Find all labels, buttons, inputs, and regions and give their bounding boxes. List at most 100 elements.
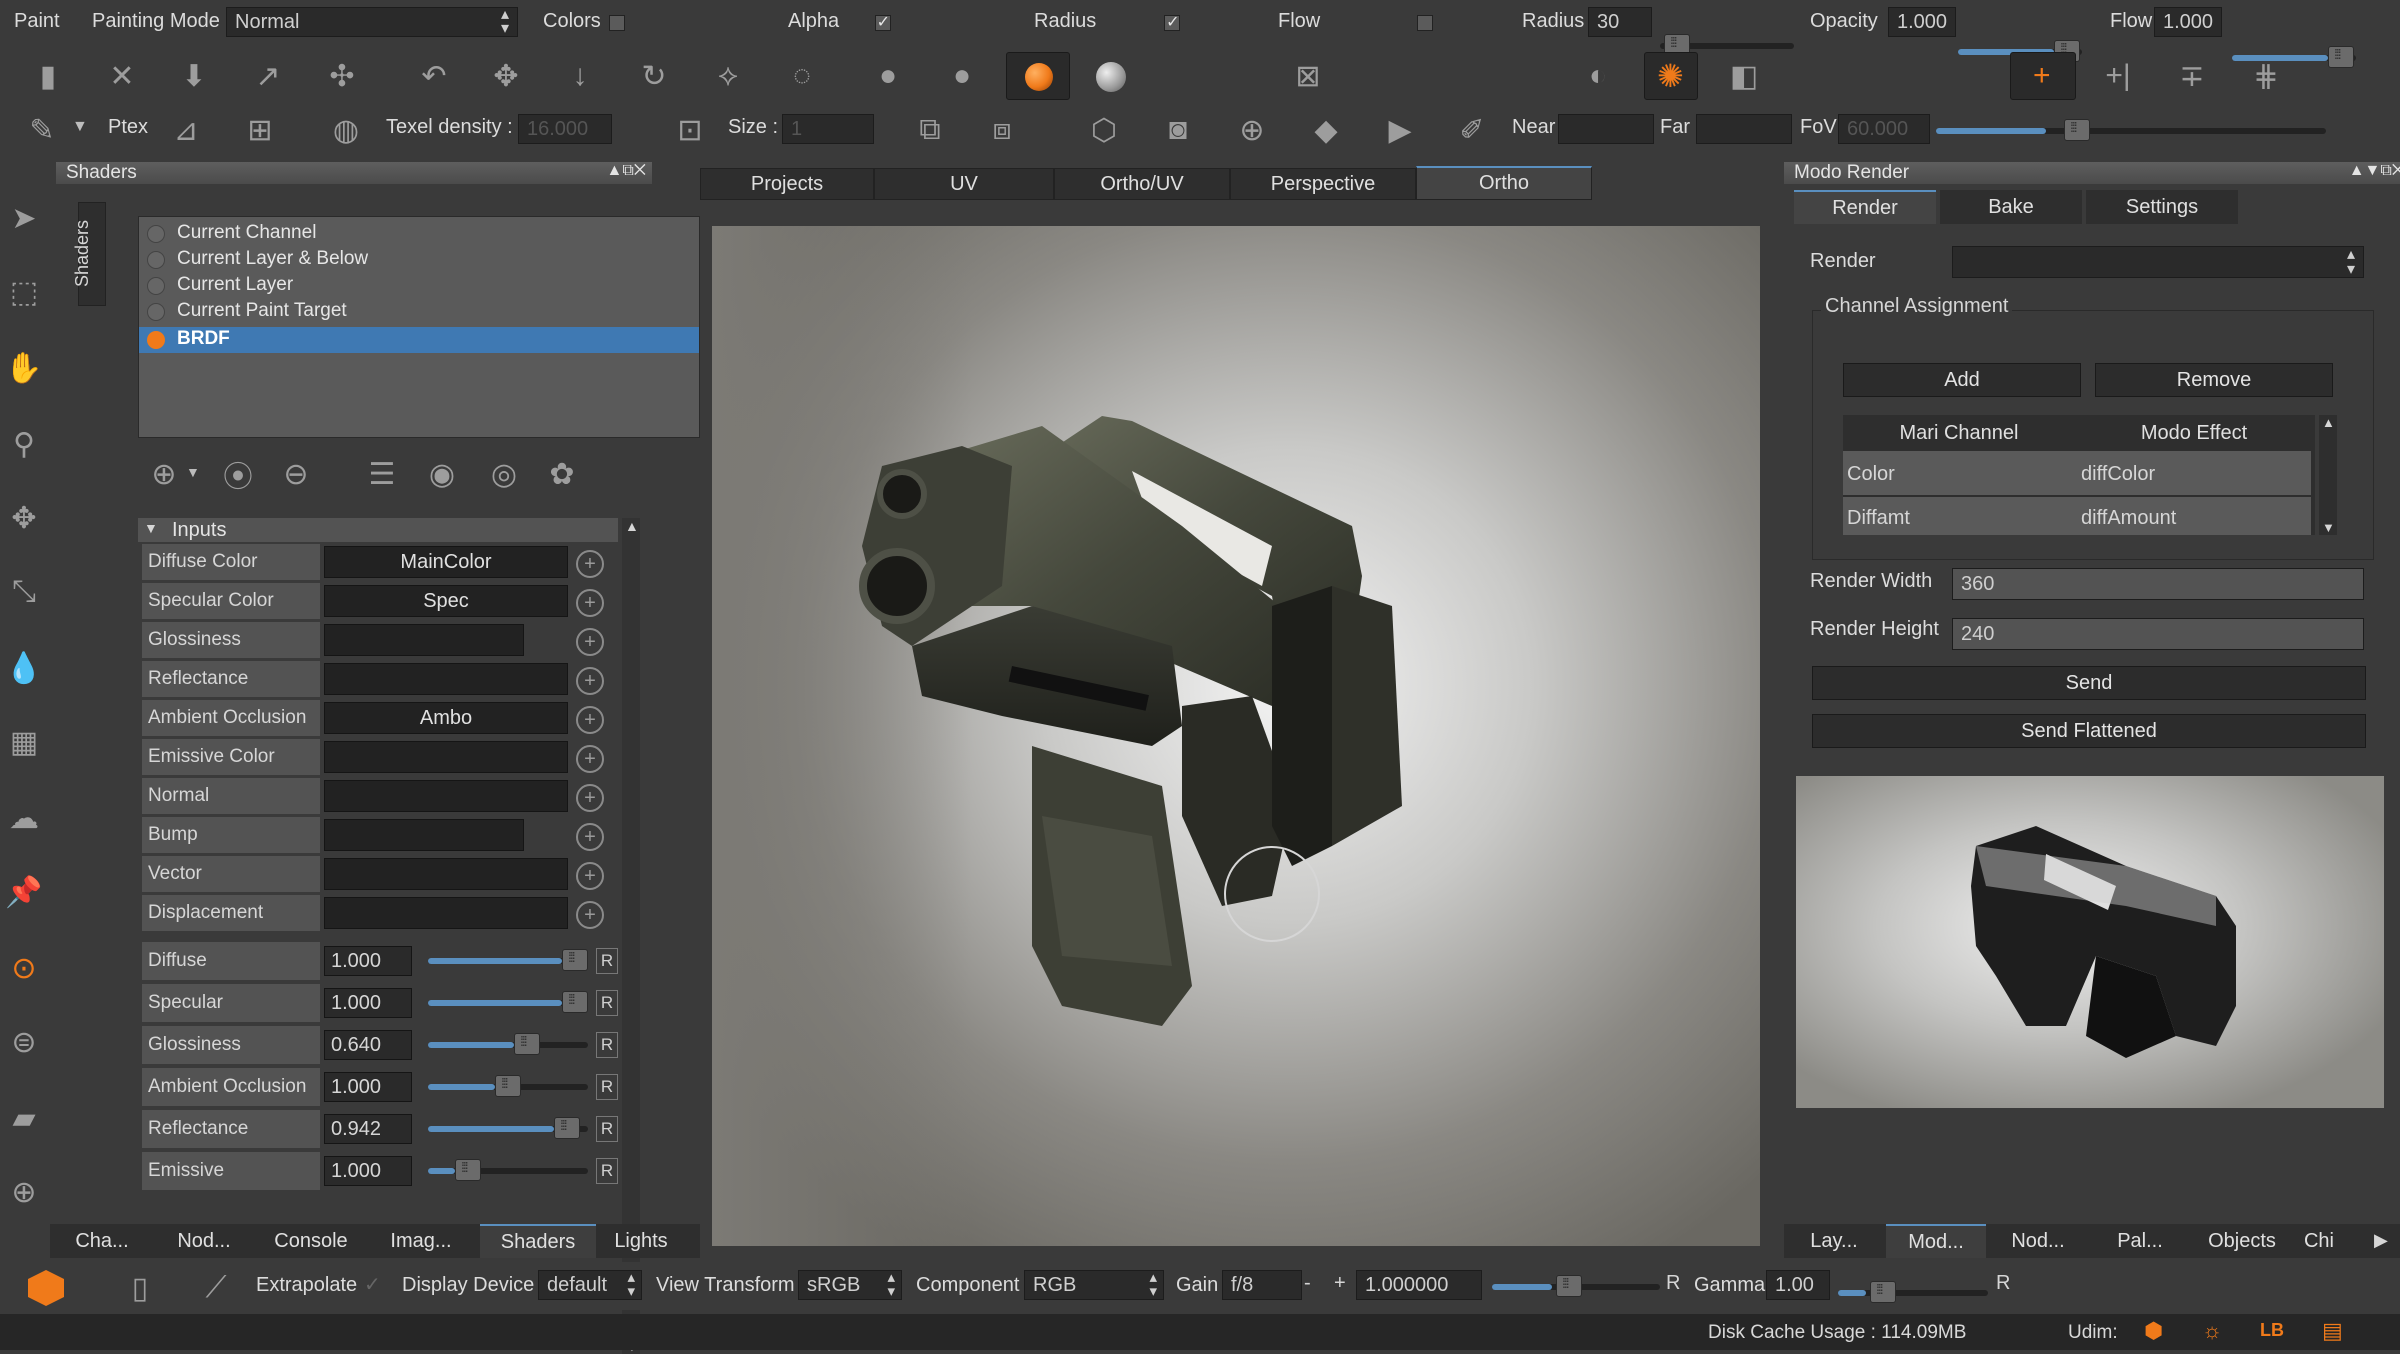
eraser-tool-icon[interactable]: ▰ (2, 1096, 46, 1140)
select-pointer-icon[interactable]: ➤ (2, 196, 46, 240)
tab-modo[interactable]: Mod... (1886, 1224, 1986, 1258)
reset-button[interactable]: R (596, 948, 618, 974)
display-device-select[interactable]: default ▴ ▾ (538, 1270, 642, 1300)
shaded-sphere-icon[interactable]: ● (940, 54, 984, 98)
render-height-field[interactable]: 240 (1952, 618, 2364, 650)
weight-slider[interactable] (428, 1117, 588, 1139)
add-input-icon[interactable]: + (576, 589, 604, 617)
gain-value-field[interactable]: 1.000000 (1356, 1270, 1482, 1300)
white-sphere-icon[interactable] (1096, 62, 1126, 92)
reset-button[interactable]: R (596, 1116, 618, 1142)
layout-icon[interactable]: ◧ (1722, 54, 1766, 98)
gain-minus-icon[interactable]: - (1304, 1272, 1311, 1295)
dropdown-arrow-icon[interactable]: ▼ (72, 118, 88, 136)
slider-value-field[interactable]: 0.942 (324, 1114, 412, 1144)
tab-channels-right[interactable]: Chi (2294, 1224, 2344, 1258)
input-channel-field[interactable] (324, 858, 568, 890)
add-shader-icon[interactable]: ⊕ (142, 452, 186, 496)
view-shader-icon[interactable]: ◉ (420, 452, 464, 496)
slider-value-field[interactable]: 1.000 (324, 1156, 412, 1186)
tab-settings[interactable]: Settings (2086, 190, 2238, 224)
shaders-side-tab[interactable]: Shaders (72, 202, 106, 306)
slider-value-field[interactable]: 1.000 (324, 946, 412, 976)
view-transform-select[interactable]: sRGB ▴ ▾ (798, 1270, 902, 1300)
size-field[interactable]: 1 (782, 114, 874, 144)
radius-slider[interactable] (1660, 34, 1794, 56)
mirror-button[interactable]: + (2010, 52, 2076, 100)
near-field[interactable] (1558, 114, 1654, 144)
render-select[interactable]: ▴ ▾ (1952, 246, 2364, 278)
add-input-icon[interactable]: + (576, 784, 604, 812)
paint-menu[interactable]: Paint (14, 10, 60, 33)
rotate-icon[interactable]: ↻ (632, 54, 676, 98)
list-item[interactable]: Current Layer & Below (145, 247, 695, 273)
component-select[interactable]: RGB ▴ ▾ (1024, 1270, 1164, 1300)
add-input-icon[interactable]: + (576, 550, 604, 578)
col-mari-channel[interactable]: Mari Channel (1843, 415, 2075, 451)
weight-slider[interactable] (428, 1075, 588, 1097)
lasso-icon[interactable]: ◌ (780, 54, 824, 98)
pointer-icon[interactable]: ◐ (1576, 54, 1620, 98)
inputs-header[interactable]: ▼ Inputs (138, 518, 618, 542)
reset-button[interactable]: R (596, 990, 618, 1016)
transform-tool-icon[interactable]: ⤡ (2, 570, 46, 614)
save-icon[interactable]: ⬇ (172, 54, 216, 98)
list-item[interactable]: Current Layer (145, 273, 695, 299)
project-brush-icon[interactable]: ✐ (1450, 108, 1494, 152)
add-shader-dropdown-icon[interactable]: ▼ (186, 464, 200, 480)
tab-layers[interactable]: Lay... (1784, 1224, 1884, 1258)
fov-slider[interactable] (1936, 119, 2326, 141)
input-channel-field[interactable]: Spec (324, 585, 568, 617)
tab-images[interactable]: Imag... (368, 1224, 474, 1258)
tab-projects[interactable]: Projects (700, 168, 874, 200)
drop-icon[interactable]: ↓ (558, 54, 602, 98)
slider-value-field[interactable]: 1.000 (324, 1072, 412, 1102)
panel-controls-icon[interactable]: ▲⧉✕ (607, 162, 646, 180)
undo-icon[interactable]: ↶ (412, 54, 456, 98)
gain-slider[interactable] (1492, 1275, 1660, 1297)
view-all-icon[interactable]: ◎ (482, 452, 526, 496)
send-button[interactable]: Send (1812, 666, 2366, 700)
colors-checkbox[interactable] (609, 15, 625, 31)
reset-button[interactable]: R (596, 1158, 618, 1184)
tab-console[interactable]: Console (258, 1224, 364, 1258)
zoom-icon[interactable]: ⚲ (2, 422, 46, 466)
reset-button[interactable]: R (596, 1032, 618, 1058)
flat-sphere-icon[interactable]: ● (866, 54, 910, 98)
film-icon[interactable]: ▶ (1378, 108, 1422, 152)
gamma-field[interactable]: 1.00 (1766, 1270, 1830, 1300)
copy-layers-icon[interactable]: ⧉ (908, 108, 952, 152)
move-tool-icon[interactable]: ✥ (2, 496, 46, 540)
density-toggle-icon[interactable]: ⊡ (668, 108, 712, 152)
file-icon[interactable]: ▤ (2322, 1318, 2343, 1344)
tab-palettes[interactable]: Pal... (2090, 1224, 2190, 1258)
texel-density-field[interactable]: 16.000 (518, 114, 612, 144)
remove-shader-icon[interactable]: ⊖ (274, 452, 318, 496)
far-field[interactable] (1696, 114, 1792, 144)
shape-icon[interactable]: ◆ (1304, 108, 1348, 152)
tab-ortho-uv[interactable]: Ortho/UV (1054, 168, 1230, 200)
sun-icon[interactable]: ☼ (2202, 1318, 2222, 1344)
target-grid-icon[interactable]: ⊕ (1230, 108, 1274, 152)
input-channel-field[interactable] (324, 897, 568, 929)
marquee-icon[interactable]: ⬚ (2, 270, 46, 314)
extrapolate-icon[interactable]: ⟋ (194, 1266, 238, 1310)
tab-node-graph[interactable]: Nod... (1988, 1224, 2088, 1258)
input-channel-field[interactable]: Ambo (324, 702, 568, 734)
gain-reset-button[interactable]: R (1666, 1272, 1680, 1295)
add-button[interactable]: Add (1843, 363, 2081, 397)
paint-through-button[interactable]: ✺ (1644, 52, 1698, 100)
input-channel-field[interactable] (324, 741, 568, 773)
list-item[interactable]: Current Channel (145, 221, 695, 247)
weight-slider[interactable] (428, 949, 588, 971)
hand-icon[interactable]: ✋ (2, 346, 46, 390)
list-item[interactable]: Current Paint Target (145, 299, 695, 325)
mirror-y-icon[interactable]: ∓ (2170, 54, 2214, 98)
input-channel-field[interactable] (324, 624, 524, 656)
slider-value-field[interactable]: 1.000 (324, 988, 412, 1018)
mirror-xy-icon[interactable]: ⋕ (2244, 54, 2288, 98)
input-channel-field[interactable]: MainColor (324, 546, 568, 578)
smear-tool-icon[interactable]: ⊜ (2, 1020, 46, 1064)
lut-icon[interactable]: LB (2260, 1320, 2284, 1341)
add-input-icon[interactable]: + (576, 862, 604, 890)
